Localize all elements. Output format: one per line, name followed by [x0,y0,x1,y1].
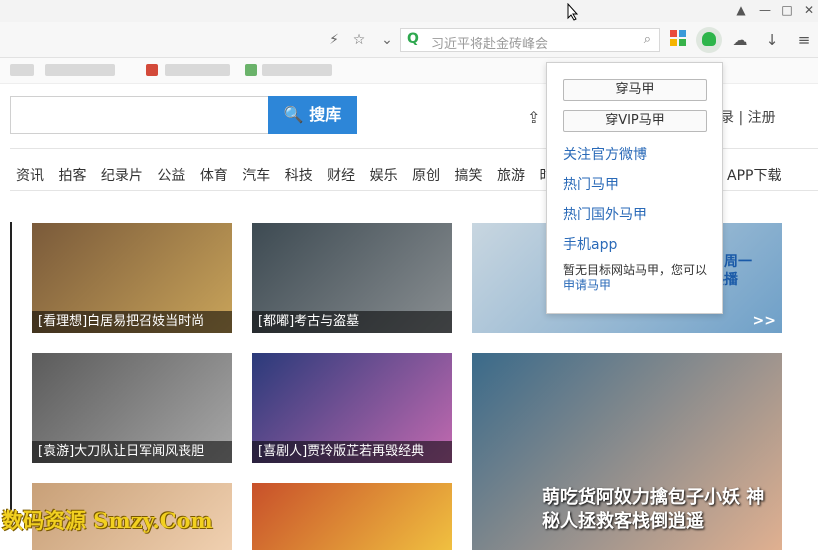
video-card[interactable]: [都嘟]考古与盗墓 [252,223,452,333]
left-edge-line [10,222,12,522]
search-placeholder: 习近平将赴金砖峰会 [431,37,549,52]
hot-vest-link[interactable]: 热门马甲 [563,174,619,194]
video-card[interactable]: [袁游]大刀队让日军闻风丧胆 [32,353,232,463]
video-caption: [喜剧人]贾玲版芷若再毁经典 [252,441,452,463]
follow-weibo-link[interactable]: 关注官方微博 [563,144,647,164]
bookmark-item[interactable] [262,64,332,76]
nav-item[interactable]: 资讯 [16,165,44,185]
search-icon[interactable]: ⌕ [644,32,651,47]
site-search-button[interactable]: 🔍 搜库 [268,96,357,134]
video-card[interactable] [252,483,452,550]
nav-item[interactable]: 原创 [412,165,440,185]
video-caption: [看理想]白居易把召妓当时尚 [32,311,232,333]
wear-vip-vest-button[interactable]: 穿VIP马甲 [563,110,707,132]
mobile-app-link[interactable]: 手机app [563,234,617,254]
wear-vest-button[interactable]: 穿马甲 [563,79,707,101]
chevron-down-icon[interactable]: ⌄ [378,31,396,49]
bookmark-item[interactable] [146,64,158,76]
bookmark-item[interactable] [245,64,257,76]
maximize-button[interactable]: □ [778,2,796,18]
watermark-logo: 数码资源 Smzy.Com [2,508,213,533]
video-caption: [都嘟]考古与盗墓 [252,311,452,333]
video-caption: [袁游]大刀队让日军闻风丧胆 [32,441,232,463]
nav-item[interactable]: 汽车 [242,165,270,185]
site-search-input[interactable] [10,96,268,134]
nav-item[interactable]: 纪录片 [101,165,143,185]
hot-foreign-vest-link[interactable]: 热门国外马甲 [563,204,647,224]
browser-search-box[interactable]: Q 习近平将赴金砖峰会 ⌕ [400,28,660,52]
apps-icon[interactable] [668,30,688,50]
video-overlay-text: 萌吃货阿奴力擒包子小妖 神秘人拯救客栈倒逍遥 [542,487,765,532]
mouse-cursor-icon [567,3,579,21]
close-button[interactable]: ✕ [800,2,818,18]
bookmark-item[interactable] [165,64,230,76]
video-card[interactable]: [喜剧人]贾玲版芷若再毁经典 [252,353,452,463]
search-button-label: 搜库 [309,105,342,124]
login-register-link[interactable]: 录 | 注册 [720,107,776,127]
nav-item[interactable]: 财经 [327,165,355,185]
category-nav: 资讯 拍客 纪录片 公益 体育 汽车 科技 财经 娱乐 原创 搞笑 旅游 时尚 … [16,165,620,185]
search-engine-icon: Q [407,31,419,47]
nav-item[interactable]: 体育 [200,165,228,185]
window-titlebar: ▲ — □ ✕ [0,0,818,22]
app-download-link[interactable]: APP下载 [727,165,781,185]
skin-icon[interactable]: ▲ [732,2,750,18]
menu-icon[interactable]: ≡ [794,30,814,50]
nav-item[interactable]: 娱乐 [370,165,398,185]
minimize-button[interactable]: — [756,2,774,18]
popup-note-text: 暂无目标网站马甲，您可以 [563,263,708,277]
nav-item[interactable]: 搞笑 [455,165,483,185]
upload-icon[interactable]: ⇪ [527,108,540,127]
nav-item[interactable]: 科技 [285,165,313,185]
nav-item[interactable]: 旅游 [497,165,525,185]
green-extension-icon[interactable] [696,27,722,53]
nav-item[interactable]: 公益 [157,165,185,185]
extension-popup: 穿马甲 穿VIP马甲 关注官方微博 热门马甲 热门国外马甲 手机app 暂无目标… [546,62,723,314]
cloud-icon[interactable]: ☁ [730,30,750,50]
download-icon[interactable]: ↓ [762,30,782,50]
bookmark-item[interactable] [45,64,115,76]
next-arrow-icon[interactable]: >> [753,313,776,329]
apply-vest-link[interactable]: 申请马甲 [563,278,611,292]
bolt-icon[interactable]: ⚡ [325,31,343,49]
star-icon[interactable]: ☆ [350,31,368,49]
video-card[interactable]: 萌吃货阿奴力擒包子小妖 神秘人拯救客栈倒逍遥 [472,353,782,550]
video-thumbnail [252,483,452,550]
browser-toolbar: ⚡ ☆ ⌄ Q 习近平将赴金砖峰会 ⌕ ☁ ↓ ≡ [0,22,818,58]
bookmark-item[interactable] [10,64,34,76]
popup-note: 暂无目标网站马甲，您可以 申请马甲 [563,263,715,293]
video-card[interactable]: [看理想]白居易把召妓当时尚 [32,223,232,333]
nav-item[interactable]: 拍客 [58,165,86,185]
